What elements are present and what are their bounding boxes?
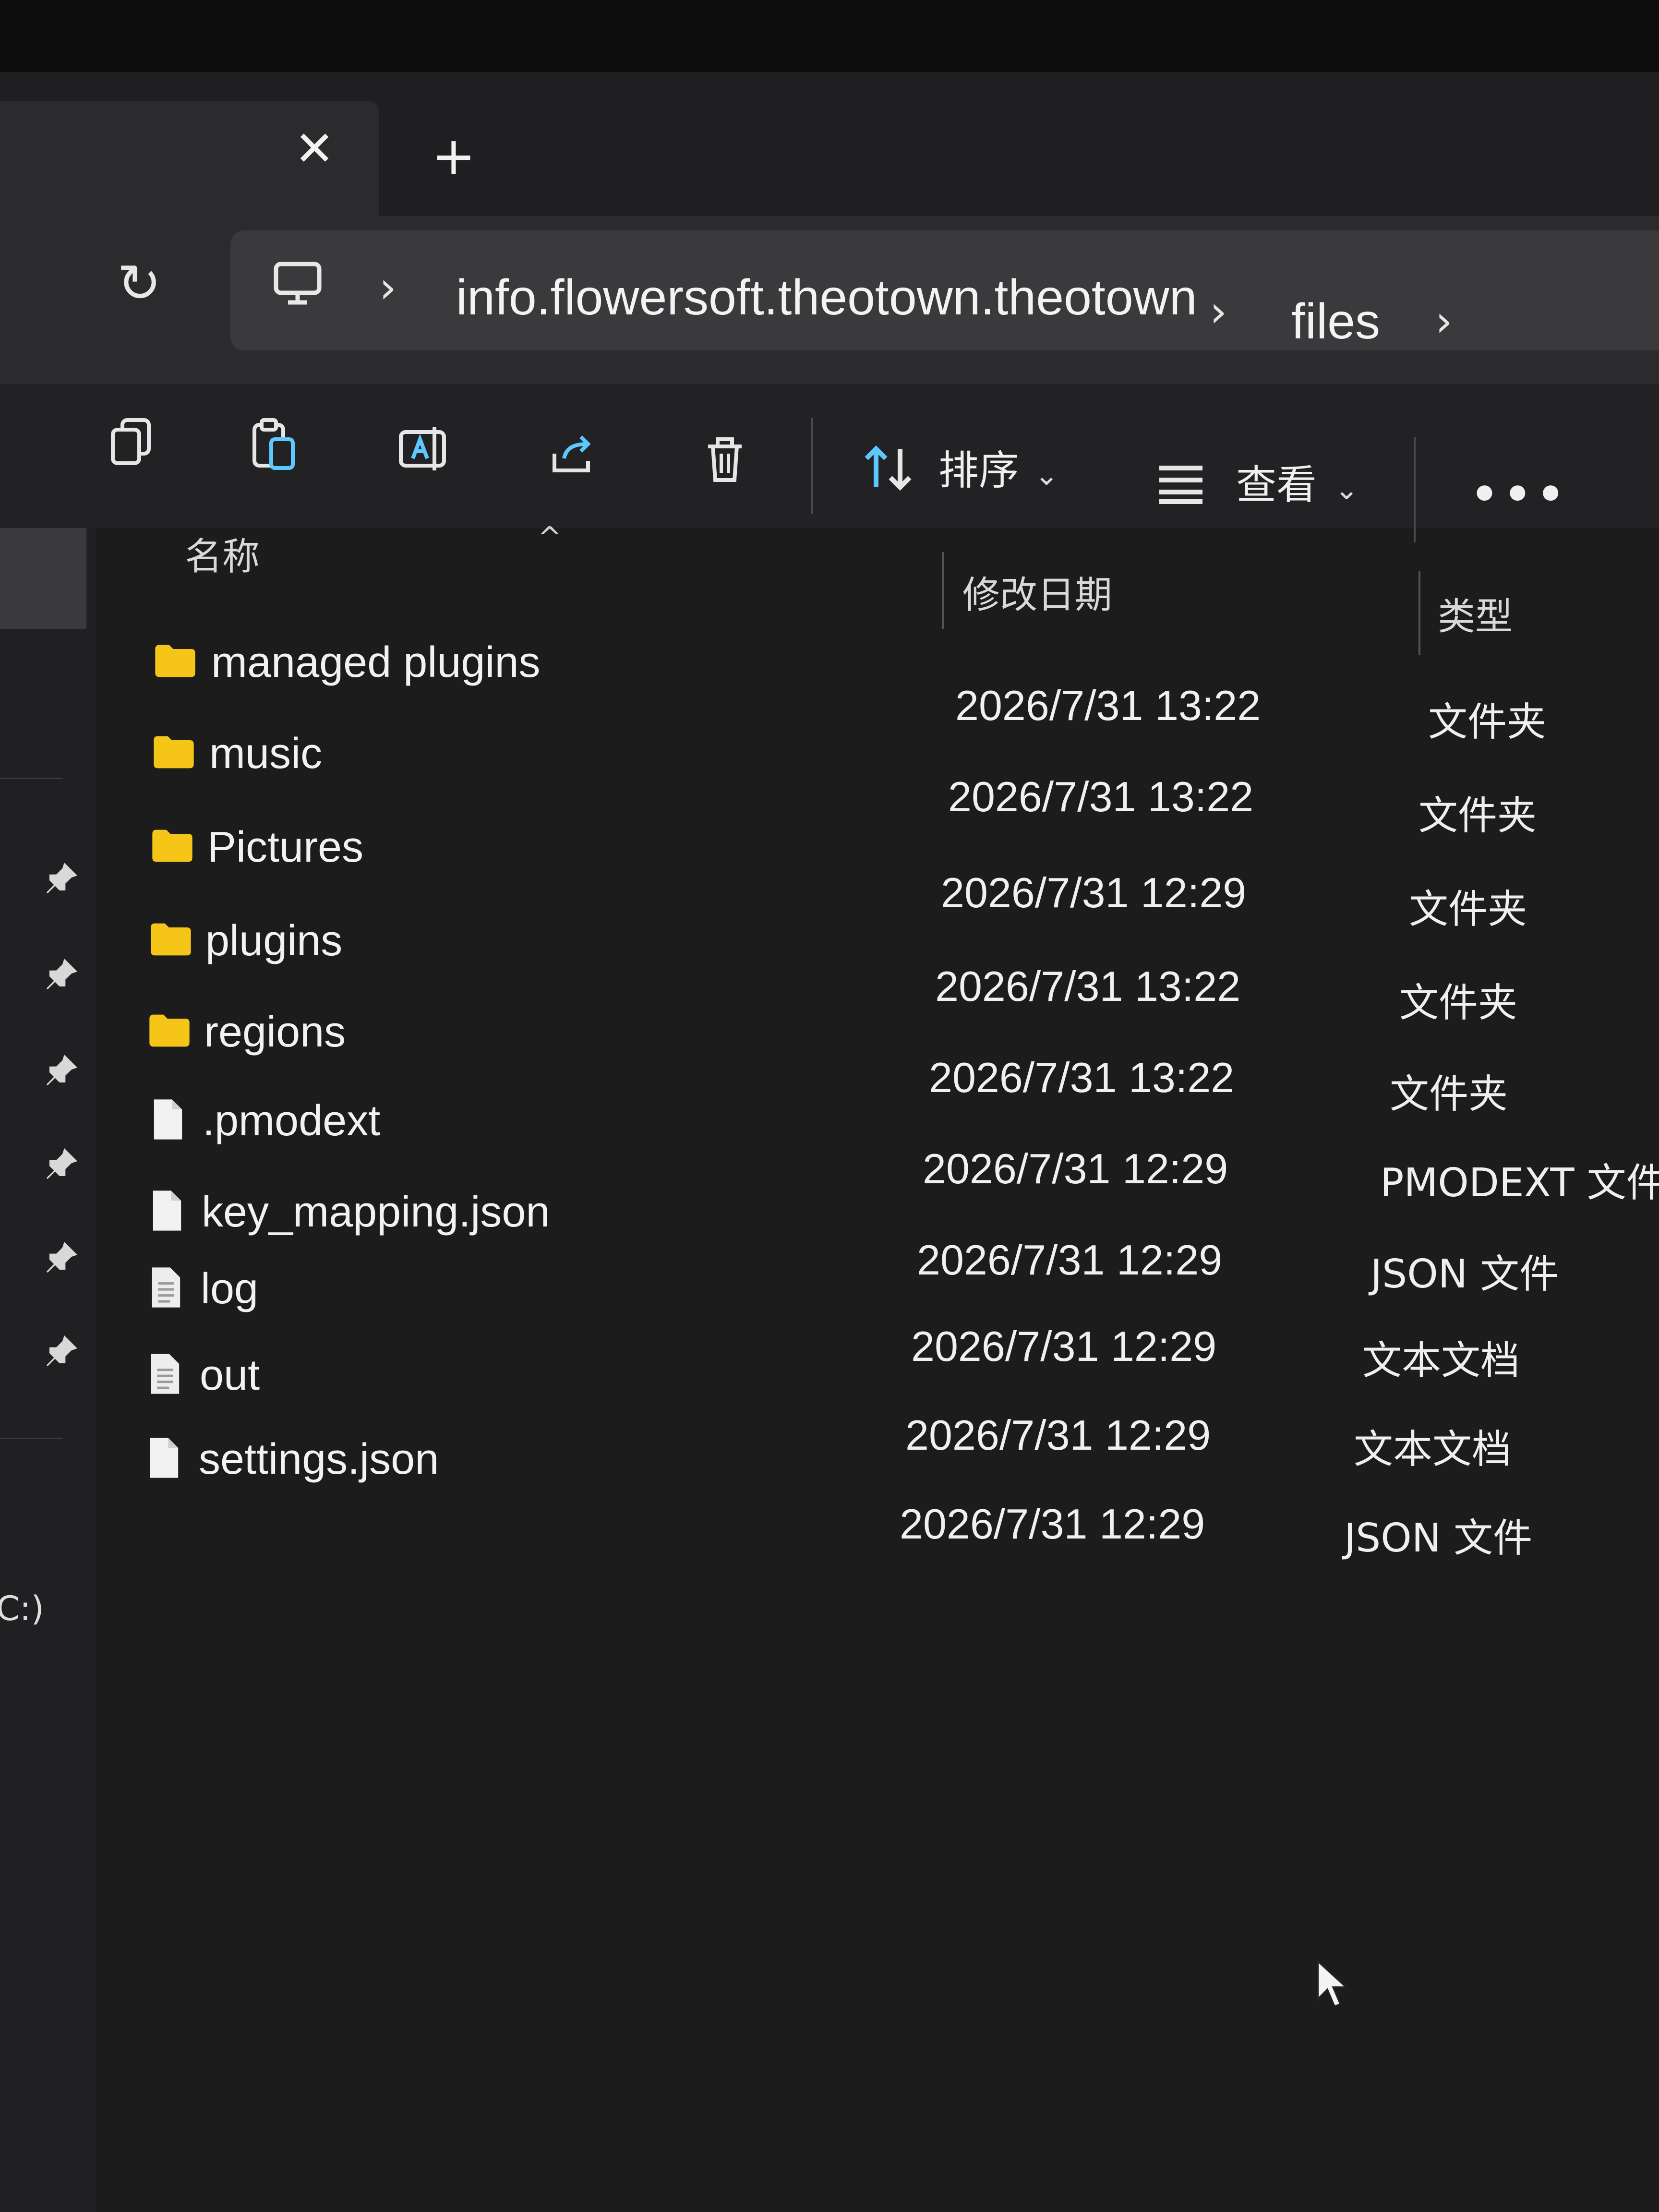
file-name: managed plugins: [211, 638, 541, 686]
toolbar-divider: [811, 418, 813, 514]
breadcrumb-item[interactable]: info.flowersoft.theotown.theotown: [456, 269, 1197, 326]
share-icon[interactable]: [545, 425, 602, 482]
breadcrumb-item[interactable]: files: [1291, 293, 1380, 350]
paste-icon[interactable]: [245, 415, 302, 473]
sidebar-item-drive[interactable]: C:): [0, 1589, 44, 1628]
mouse-cursor-icon: [1317, 1959, 1349, 2008]
file-name: Pictures: [207, 823, 364, 871]
chevron-down-icon[interactable]: ⌄: [1334, 473, 1358, 506]
refresh-icon[interactable]: ↻: [110, 254, 168, 312]
file-modified: 2026/7/31 13:22: [948, 773, 1254, 820]
folder-icon: [152, 830, 192, 862]
list-item[interactable]: .pmodext 2026/7/31 12:29 PMODEXT 文件: [0, 1090, 1659, 1206]
file-modified: 2026/7/31 12:29: [900, 1500, 1205, 1548]
file-name: key_mapping.json: [202, 1188, 550, 1236]
file-name: .pmodext: [203, 1097, 381, 1145]
list-item[interactable]: managed plugins 2026/7/31 13:22 文件夹: [0, 631, 1659, 745]
folder-icon: [155, 645, 195, 677]
list-item[interactable]: settings.json 2026/7/31 12:29 JSON 文件: [0, 1428, 1659, 1561]
file-explorer-window: ✕ + ‹ ↻ › info.flowersoft.theotown.theot…: [0, 0, 1659, 2212]
list-item[interactable]: regions 2026/7/31 13:22 文件夹: [0, 1001, 1659, 1117]
toolbar-divider: [1414, 437, 1416, 542]
text-file-icon: [152, 1267, 180, 1308]
file-name: settings.json: [199, 1435, 439, 1483]
chevron-right-icon[interactable]: ›: [1435, 298, 1453, 346]
folder-icon: [151, 923, 191, 956]
folder-icon: [149, 1014, 190, 1047]
sort-button[interactable]: 排序: [938, 446, 1019, 494]
file-icon: [154, 1099, 182, 1140]
file-name: out: [200, 1351, 260, 1399]
chevron-right-icon: ›: [379, 263, 397, 313]
file-icon: [153, 1190, 181, 1231]
column-divider: [942, 552, 944, 629]
file-name: log: [201, 1265, 259, 1313]
column-header-name[interactable]: 名称: [185, 535, 260, 578]
chevron-left-icon[interactable]: ‹: [0, 245, 24, 283]
file-type: JSON 文件: [1344, 1515, 1533, 1561]
more-options-button[interactable]: •••: [1469, 468, 1568, 521]
rename-icon[interactable]: [394, 420, 451, 478]
list-item[interactable]: Pictures 2026/7/31 12:29 文件夹: [0, 816, 1659, 932]
copy-icon[interactable]: [103, 413, 161, 470]
list-item[interactable]: out 2026/7/31 12:29 文本文档: [0, 1344, 1659, 1472]
computer-icon: [274, 262, 322, 305]
file-icon: [150, 1438, 179, 1478]
view-button[interactable]: 查看: [1236, 461, 1317, 509]
sort-icon[interactable]: [859, 439, 917, 497]
column-header-modified[interactable]: 修改日期: [962, 574, 1112, 617]
view-icon[interactable]: [1152, 454, 1210, 511]
chevron-down-icon[interactable]: ⌄: [1034, 458, 1058, 492]
file-name: music: [209, 730, 323, 778]
close-icon[interactable]: ✕: [288, 122, 341, 175]
file-name: plugins: [205, 917, 343, 965]
new-tab-button[interactable]: +: [427, 130, 480, 182]
chevron-right-icon: ›: [1210, 287, 1227, 337]
list-item[interactable]: plugins 2026/7/31 13:22 文件夹: [0, 910, 1659, 1026]
text-file-icon: [151, 1354, 180, 1394]
delete-icon[interactable]: [696, 430, 754, 487]
sort-ascending-icon: ^: [538, 521, 562, 554]
file-name: regions: [204, 1008, 346, 1056]
sidebar-item-selected[interactable]: [0, 528, 86, 629]
folder-icon: [154, 736, 194, 769]
monitor-bezel: [0, 0, 1659, 72]
list-item[interactable]: music 2026/7/31 13:22 文件夹: [0, 722, 1659, 839]
list-item[interactable]: log 2026/7/31 12:29 文本文档: [0, 1258, 1659, 1383]
